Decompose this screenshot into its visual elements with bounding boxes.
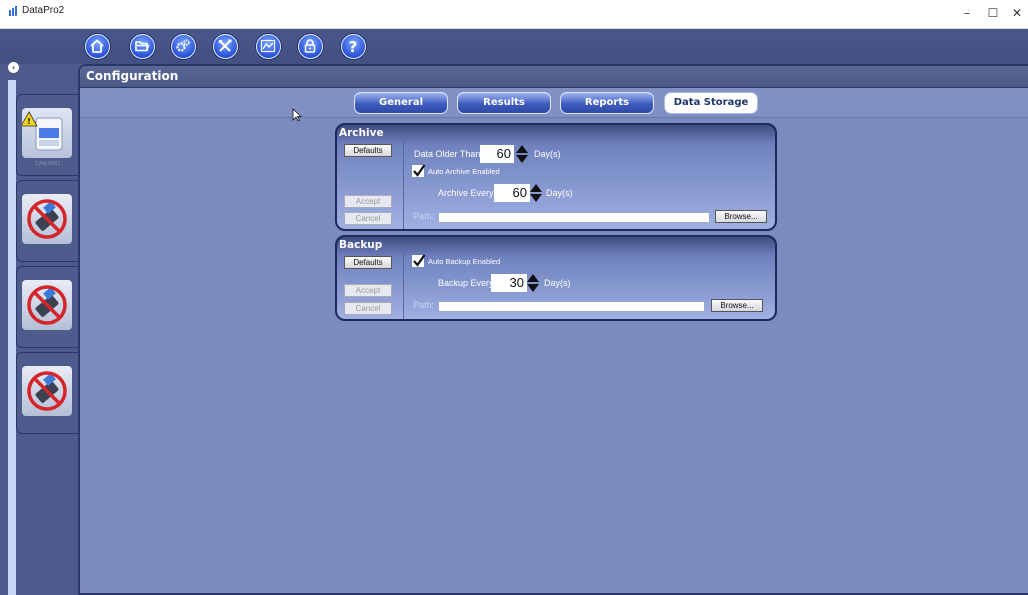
- help-icon[interactable]: ?: [341, 34, 366, 59]
- backup-accept-button[interactable]: Accept: [344, 284, 392, 297]
- main-toolbar: ?: [0, 29, 1028, 64]
- checkmark-icon: [413, 164, 426, 177]
- archive-accept-button[interactable]: Accept: [344, 195, 392, 208]
- svg-text:!: !: [27, 117, 31, 126]
- tab-reports[interactable]: Reports: [560, 92, 654, 114]
- archive-title: Archive: [339, 127, 384, 139]
- backup-every-unit: Day(s): [544, 278, 571, 288]
- archive-path-label: Path:: [413, 211, 435, 221]
- no-connection-icon: [27, 199, 67, 239]
- archive-every-spinner[interactable]: [530, 184, 542, 202]
- app-area: ? ‹ ! CAN-0001 Configuration General Res…: [0, 29, 1028, 595]
- mouse-cursor-icon: [292, 108, 302, 122]
- app-icon: [9, 6, 17, 16]
- archive-defaults-button[interactable]: Defaults: [344, 144, 392, 157]
- chart-icon[interactable]: [256, 34, 281, 59]
- collapse-sidebar-button[interactable]: ‹: [8, 62, 19, 73]
- no-connection-icon: [27, 285, 67, 325]
- data-older-spinner[interactable]: [516, 145, 528, 163]
- configuration-panel: Configuration General Results Reports Da…: [78, 64, 1028, 595]
- close-button[interactable]: ✕: [1006, 4, 1028, 22]
- archive-every-input[interactable]: 60: [494, 184, 530, 202]
- device-label: CAN-0001: [35, 161, 61, 167]
- page-title: Configuration: [86, 69, 179, 83]
- backup-browse-button[interactable]: Browse...: [711, 299, 763, 312]
- auto-archive-label: Auto Archive Enabled: [428, 167, 500, 176]
- instrument-icon: !: [20, 111, 63, 151]
- title-bar: DataPro2 – ☐ ✕: [0, 0, 1028, 29]
- backup-section: Backup Defaults Accept Cancel Auto Backu…: [335, 235, 777, 321]
- tab-general[interactable]: General: [354, 92, 448, 114]
- backup-every-input[interactable]: 30: [491, 274, 527, 292]
- archive-browse-button[interactable]: Browse...: [715, 210, 767, 223]
- no-device-thumbnail: [22, 280, 72, 330]
- no-device-thumbnail: [22, 366, 72, 416]
- device-slot-2[interactable]: [16, 180, 78, 262]
- checkmark-icon: [413, 254, 426, 267]
- archive-path-input[interactable]: [438, 212, 710, 223]
- tab-results[interactable]: Results: [457, 92, 551, 114]
- archive-section: Archive Defaults Accept Cancel Data Olde…: [335, 123, 777, 231]
- no-device-thumbnail: [22, 194, 72, 244]
- folder-icon[interactable]: [130, 34, 155, 59]
- device-slot-1[interactable]: ! CAN-0001: [16, 94, 78, 176]
- auto-backup-checkbox[interactable]: [412, 254, 426, 267]
- home-icon[interactable]: [85, 34, 110, 59]
- device-slot-4[interactable]: [16, 352, 78, 434]
- backup-cancel-button[interactable]: Cancel: [344, 302, 392, 315]
- archive-cancel-button[interactable]: Cancel: [344, 212, 392, 225]
- backup-every-label: Backup Every:: [438, 278, 497, 288]
- data-older-unit: Day(s): [534, 149, 561, 159]
- device-slot-3[interactable]: [16, 266, 78, 348]
- backup-title: Backup: [339, 239, 383, 251]
- no-connection-icon: [27, 371, 67, 411]
- window-title: DataPro2: [22, 5, 65, 16]
- backup-path-label: Path:: [413, 300, 435, 310]
- tools-icon[interactable]: [213, 34, 238, 59]
- maximize-button[interactable]: ☐: [982, 4, 1004, 22]
- data-older-label: Data Older Than:: [414, 149, 483, 159]
- tab-data-storage[interactable]: Data Storage: [664, 92, 758, 114]
- device-thumbnail: !: [20, 108, 72, 158]
- backup-path-input[interactable]: [438, 301, 705, 312]
- data-older-input[interactable]: 60: [480, 145, 514, 163]
- archive-every-unit: Day(s): [546, 188, 573, 198]
- lock-icon[interactable]: [298, 34, 323, 59]
- backup-defaults-button[interactable]: Defaults: [344, 256, 392, 269]
- auto-backup-label: Auto Backup Enabled: [428, 257, 501, 266]
- tab-bar: General Results Reports Data Storage: [80, 88, 1028, 118]
- auto-archive-checkbox[interactable]: [412, 164, 426, 177]
- device-rail-edge: [8, 80, 16, 595]
- minimize-button[interactable]: –: [956, 4, 978, 22]
- gears-icon[interactable]: [171, 34, 196, 59]
- help-glyph: ?: [349, 38, 358, 54]
- archive-every-label: Archive Every:: [438, 188, 497, 198]
- configuration-header: Configuration: [80, 66, 1028, 88]
- backup-every-spinner[interactable]: [527, 274, 539, 292]
